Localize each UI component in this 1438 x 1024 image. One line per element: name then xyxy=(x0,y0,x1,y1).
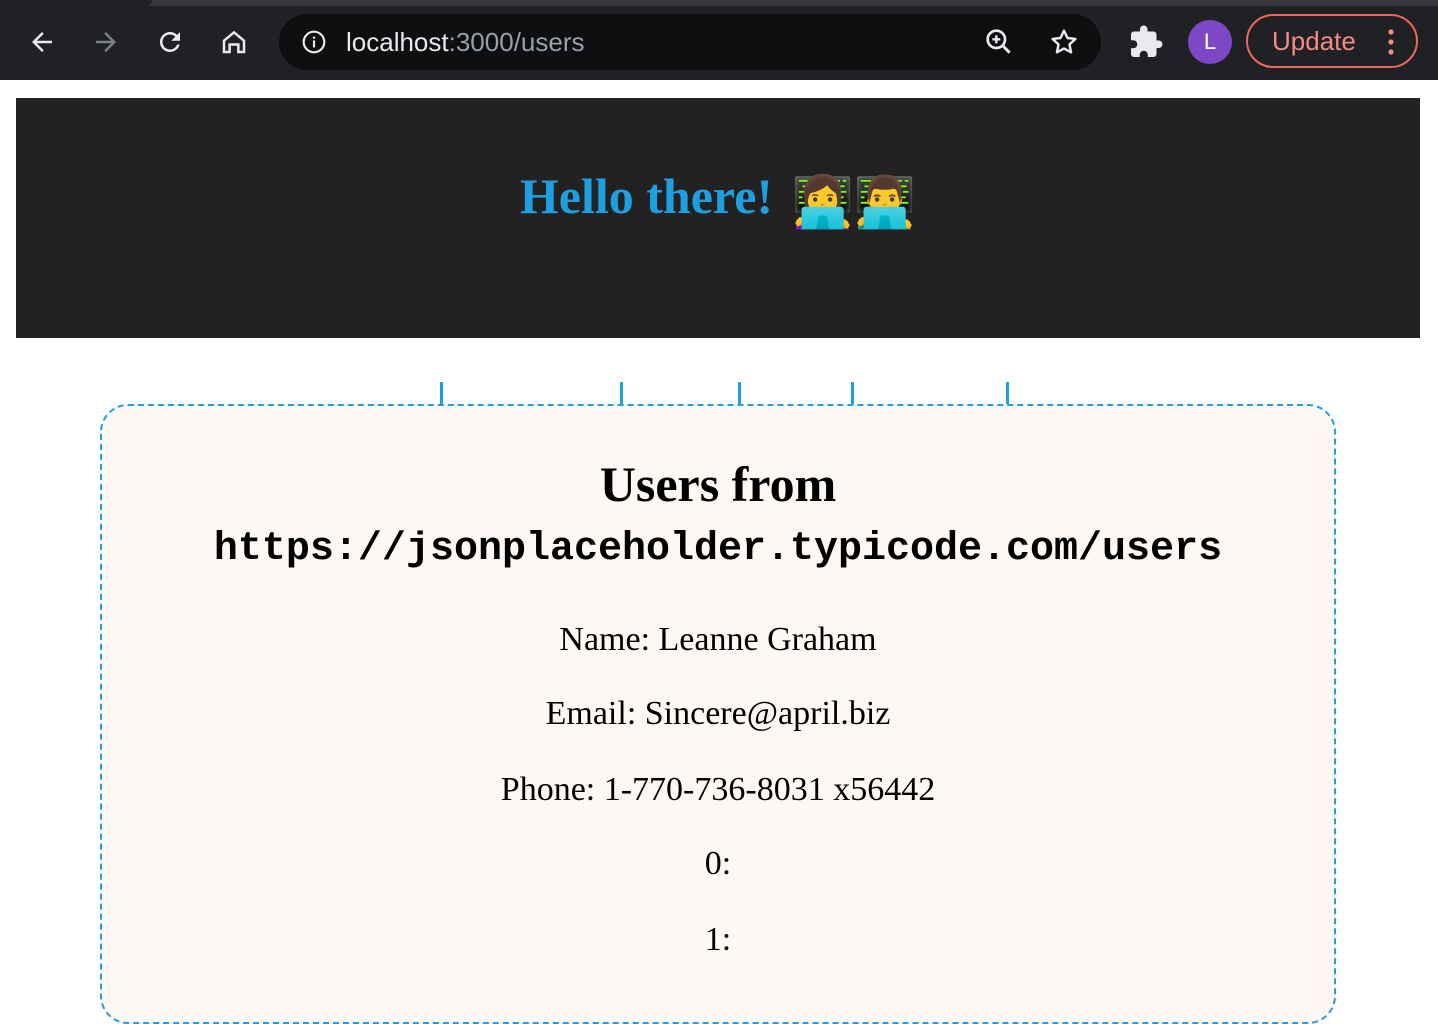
nav-separator xyxy=(850,382,854,406)
user-name: Name: Leanne Graham xyxy=(559,621,877,658)
url-host: localhost xyxy=(346,27,449,57)
update-button[interactable]: Update xyxy=(1246,14,1418,68)
back-arrow-icon xyxy=(32,32,52,52)
url-path: :3000/users xyxy=(448,27,585,57)
nav-separator xyxy=(439,382,443,406)
forward-arrow-icon xyxy=(96,32,116,52)
nav-separator xyxy=(1006,382,1010,406)
tab-strip xyxy=(0,0,1438,6)
home-button[interactable] xyxy=(210,18,258,66)
profile-avatar[interactable]: L xyxy=(1188,20,1232,64)
active-tab[interactable] xyxy=(0,0,152,6)
nav-separator xyxy=(620,382,624,406)
site-header: Hello there! 👩‍💻👨‍💻 Home IceCreams Cakes Us… xyxy=(16,98,1420,412)
address-url[interactable]: localhost:3000/users xyxy=(346,26,585,58)
greeting-text: Hello there! xyxy=(519,168,774,224)
user-email: Email: Sincere@april.biz xyxy=(545,695,891,732)
users-card: Users from https://jsonplaceholder.typic… xyxy=(100,404,1336,1024)
star-icon[interactable] xyxy=(1048,26,1080,58)
list-item: 0: xyxy=(704,845,732,882)
kebab-menu-icon xyxy=(1388,29,1394,55)
info-icon[interactable] xyxy=(301,29,327,55)
technologist-emoji: 👩‍💻👨‍💻 xyxy=(791,173,917,230)
nav-separator xyxy=(738,382,742,406)
browser-toolbar: localhost:3000/users L Update xyxy=(0,0,1438,80)
back-button[interactable] xyxy=(18,18,66,66)
source-url: https://jsonplaceholder.typicode.com/use… xyxy=(213,527,1223,572)
user-phone: Phone: 1-770-736-8031 x56442 xyxy=(500,771,936,808)
address-bar[interactable]: localhost:3000/users xyxy=(279,14,1101,70)
reload-icon xyxy=(159,31,180,52)
users-title: Users from xyxy=(599,456,837,512)
update-label: Update xyxy=(1272,26,1356,56)
forward-button[interactable] xyxy=(82,18,130,66)
home-icon xyxy=(222,30,246,54)
list-item: 1: xyxy=(704,921,732,958)
reload-button[interactable] xyxy=(146,18,194,66)
puzzle-icon[interactable] xyxy=(1128,24,1164,60)
greeting-heading: Hello there! 👩‍💻👨‍💻 xyxy=(16,166,1420,232)
zoom-in-icon[interactable] xyxy=(983,26,1015,58)
